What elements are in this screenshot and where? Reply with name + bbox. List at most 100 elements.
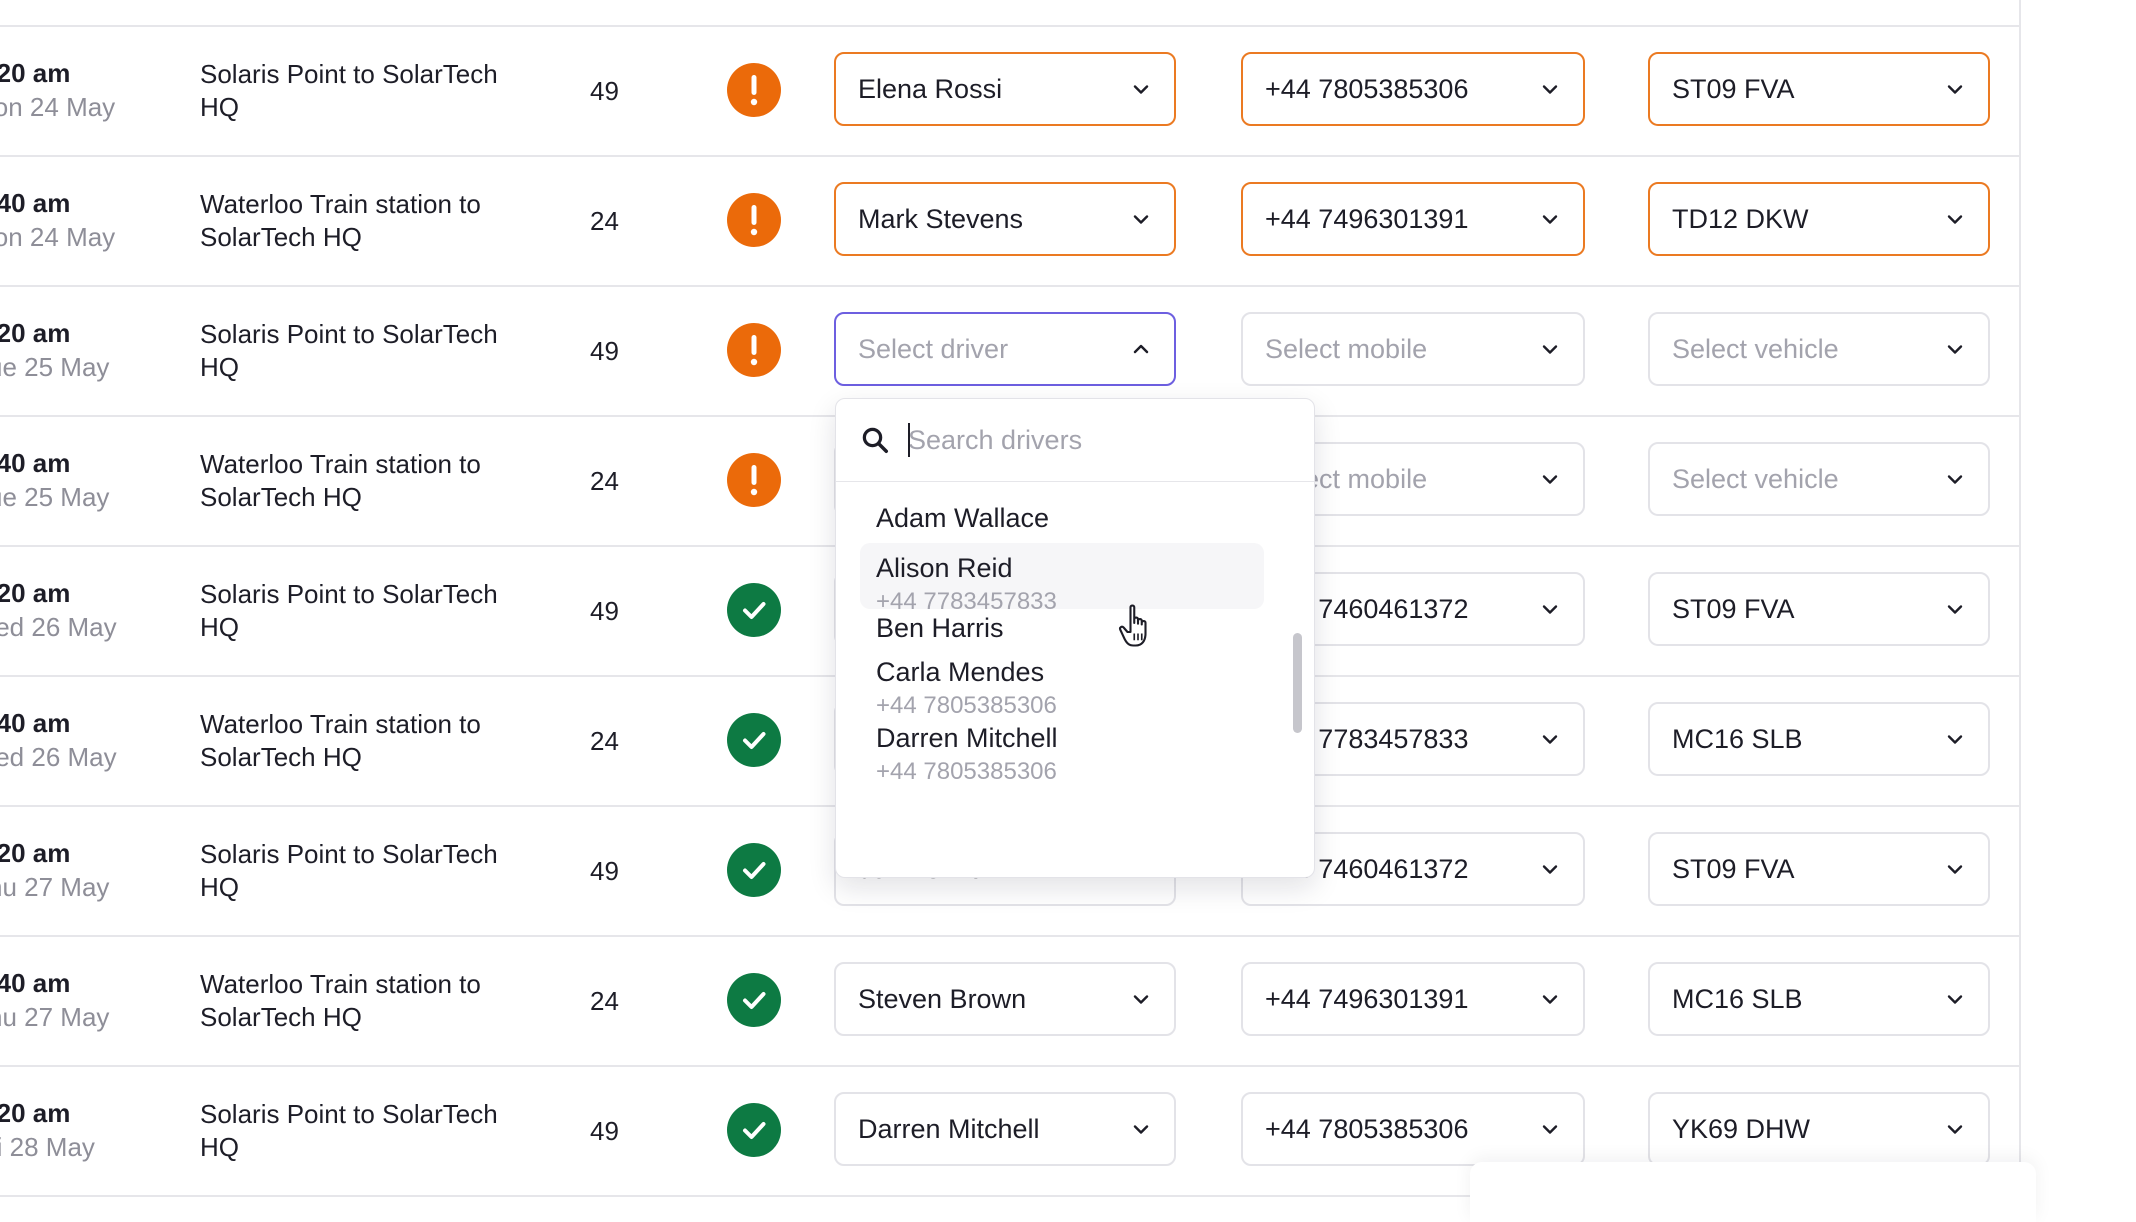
mobile-select[interactable]: +44 7496301391 bbox=[1241, 182, 1585, 256]
vehicle-select-value: MC16 SLB bbox=[1672, 983, 1803, 1014]
chevron-down-icon bbox=[1542, 605, 1558, 614]
pickup-date: lon 24 May bbox=[0, 92, 116, 122]
exclamation-circle-icon bbox=[727, 323, 781, 377]
pickup-time: :40 am bbox=[0, 968, 71, 998]
driver-option-name: Alison Reid bbox=[876, 553, 1013, 583]
driver-option-name: Ben Harris bbox=[876, 613, 1004, 643]
driver-option[interactable]: Darren Mitchell +44 7805385306 bbox=[860, 719, 1264, 785]
driver-search-bar bbox=[836, 399, 1314, 482]
driver-option[interactable]: Carla Mendes +44 7805385306 bbox=[860, 653, 1264, 719]
vehicle-select[interactable]: ST09 FVA bbox=[1648, 52, 1990, 126]
driver-option[interactable]: Ben Harris bbox=[860, 609, 1264, 653]
exclamation-circle-icon bbox=[727, 453, 781, 507]
vehicle-select[interactable]: MC16 SLB bbox=[1648, 702, 1990, 776]
vehicle-select[interactable]: Select vehicle bbox=[1648, 442, 1990, 516]
mobile-select[interactable]: Select mobile bbox=[1241, 312, 1585, 386]
driver-dropdown-menu[interactable]: Adam Wallace Alison Reid+44 7783457833Ben… bbox=[835, 398, 1315, 878]
driver-select[interactable]: Steven Brown bbox=[834, 962, 1176, 1036]
pickup-date: /ed 26 May bbox=[0, 742, 117, 772]
chevron-down-icon bbox=[1947, 865, 1963, 874]
chevron-down-icon bbox=[1542, 735, 1558, 744]
vehicle-select[interactable]: YK69 DHW bbox=[1648, 1092, 1990, 1166]
route-name: Solaris Point to SolarTech HQ bbox=[200, 579, 498, 642]
chevron-down-icon bbox=[1947, 345, 1963, 354]
route-name: Waterloo Train station to SolarTech HQ bbox=[200, 969, 481, 1032]
dropdown-scrollbar[interactable] bbox=[1293, 633, 1302, 733]
chevron-down-icon bbox=[1542, 475, 1558, 484]
vehicle-select[interactable]: ST09 FVA bbox=[1648, 572, 1990, 646]
mobile-select-value: +44 7496301391 bbox=[1265, 983, 1469, 1014]
chevron-up-icon bbox=[1133, 344, 1149, 354]
pickup-date: lon 24 May bbox=[0, 222, 116, 252]
route-name: Waterloo Train station to SolarTech HQ bbox=[200, 709, 481, 772]
chevron-down-icon bbox=[1947, 1125, 1963, 1134]
driver-option[interactable]: Adam Wallace bbox=[860, 499, 1264, 543]
chevron-down-icon bbox=[1542, 865, 1558, 874]
check-circle-icon bbox=[727, 713, 781, 767]
chevron-down-icon bbox=[1947, 475, 1963, 484]
route-name: Solaris Point to SolarTech HQ bbox=[200, 839, 498, 902]
driver-select[interactable]: Mark Stevens bbox=[834, 182, 1176, 256]
pickup-time: :20 am bbox=[0, 58, 71, 88]
vehicle-select[interactable]: TD12 DKW bbox=[1648, 182, 1990, 256]
chevron-down-icon bbox=[1542, 1125, 1558, 1134]
mobile-select-value: +44 7805385306 bbox=[1265, 1113, 1469, 1144]
chevron-down-icon bbox=[1133, 85, 1149, 94]
vehicle-select[interactable]: Select vehicle bbox=[1648, 312, 1990, 386]
seat-count: 49 bbox=[590, 596, 619, 626]
route-name: Waterloo Train station to SolarTech HQ bbox=[200, 189, 481, 252]
vehicle-select-value: YK69 DHW bbox=[1672, 1113, 1811, 1144]
check-circle-icon bbox=[727, 583, 781, 637]
vehicle-select[interactable]: MC16 SLB bbox=[1648, 962, 1990, 1036]
seat-count: 49 bbox=[590, 856, 619, 886]
mobile-select[interactable]: +44 7496301391 bbox=[1241, 962, 1585, 1036]
pickup-date: hu 27 May bbox=[0, 1002, 110, 1032]
pickup-time: :20 am bbox=[0, 578, 71, 608]
driver-select[interactable]: Elena Rossi bbox=[834, 52, 1176, 126]
driver-options-list[interactable]: Adam Wallace Alison Reid +44 7783457833 Ben… bbox=[836, 481, 1314, 877]
seat-count: 49 bbox=[590, 76, 619, 106]
chevron-down-icon bbox=[1542, 995, 1558, 1004]
mobile-select[interactable]: +44 7805385306 bbox=[1241, 1092, 1585, 1166]
chevron-down-icon bbox=[1947, 995, 1963, 1004]
driver-option-name: Darren Mitchell bbox=[876, 723, 1058, 753]
search-icon bbox=[862, 427, 888, 453]
check-circle-icon bbox=[727, 843, 781, 897]
driver-option-name: Carla Mendes bbox=[876, 657, 1045, 687]
chevron-down-icon bbox=[1947, 735, 1963, 744]
pickup-date: /ed 26 May bbox=[0, 612, 117, 642]
chevron-down-icon bbox=[1542, 215, 1558, 224]
chevron-down-icon bbox=[1947, 85, 1963, 94]
driver-search-input[interactable] bbox=[908, 421, 1288, 459]
driver-option-phone: +44 7805385306 bbox=[876, 758, 1057, 785]
vehicle-select-value: Select vehicle bbox=[1672, 333, 1839, 364]
route-name: Solaris Point to SolarTech HQ bbox=[200, 1099, 498, 1162]
pickup-time: :20 am bbox=[0, 1098, 71, 1128]
pickup-date: hu 27 May bbox=[0, 872, 110, 902]
pickup-time: :40 am bbox=[0, 448, 71, 478]
chevron-down-icon bbox=[1947, 215, 1963, 224]
pickup-date: ue 25 May bbox=[0, 352, 110, 382]
seat-count: 49 bbox=[590, 336, 619, 366]
chevron-down-icon bbox=[1542, 85, 1558, 94]
vehicle-select-value: ST09 FVA bbox=[1672, 853, 1795, 884]
table-row: :20 am lon 24 May Solaris Point to SolarTe… bbox=[0, 26, 2020, 156]
check-circle-icon bbox=[727, 973, 781, 1027]
table-row: :20 am ue 25 May Solaris Point to SolarTec… bbox=[0, 286, 2020, 416]
mobile-select[interactable]: +44 7805385306 bbox=[1241, 52, 1585, 126]
driver-select[interactable]: Darren Mitchell bbox=[834, 1092, 1176, 1166]
driver-select-value: Select driver bbox=[858, 333, 1009, 364]
driver-select-value: Steven Brown bbox=[858, 983, 1027, 1014]
driver-select-value: Mark Stevens bbox=[858, 203, 1024, 234]
seat-count: 24 bbox=[590, 726, 619, 756]
pickup-time: :20 am bbox=[0, 838, 71, 868]
driver-select[interactable]: Select driver bbox=[834, 312, 1176, 386]
vehicle-select-value: MC16 SLB bbox=[1672, 723, 1803, 754]
route-name: Solaris Point to SolarTech HQ bbox=[200, 59, 498, 122]
vehicle-select[interactable]: ST09 FVA bbox=[1648, 832, 1990, 906]
driver-option[interactable]: Alison Reid +44 7783457833 bbox=[860, 543, 1264, 615]
chevron-down-icon bbox=[1133, 215, 1149, 224]
driver-option-name: Adam Wallace bbox=[876, 503, 1050, 533]
floating-panel-edge bbox=[1470, 1162, 2036, 1222]
seat-count: 24 bbox=[590, 986, 619, 1016]
